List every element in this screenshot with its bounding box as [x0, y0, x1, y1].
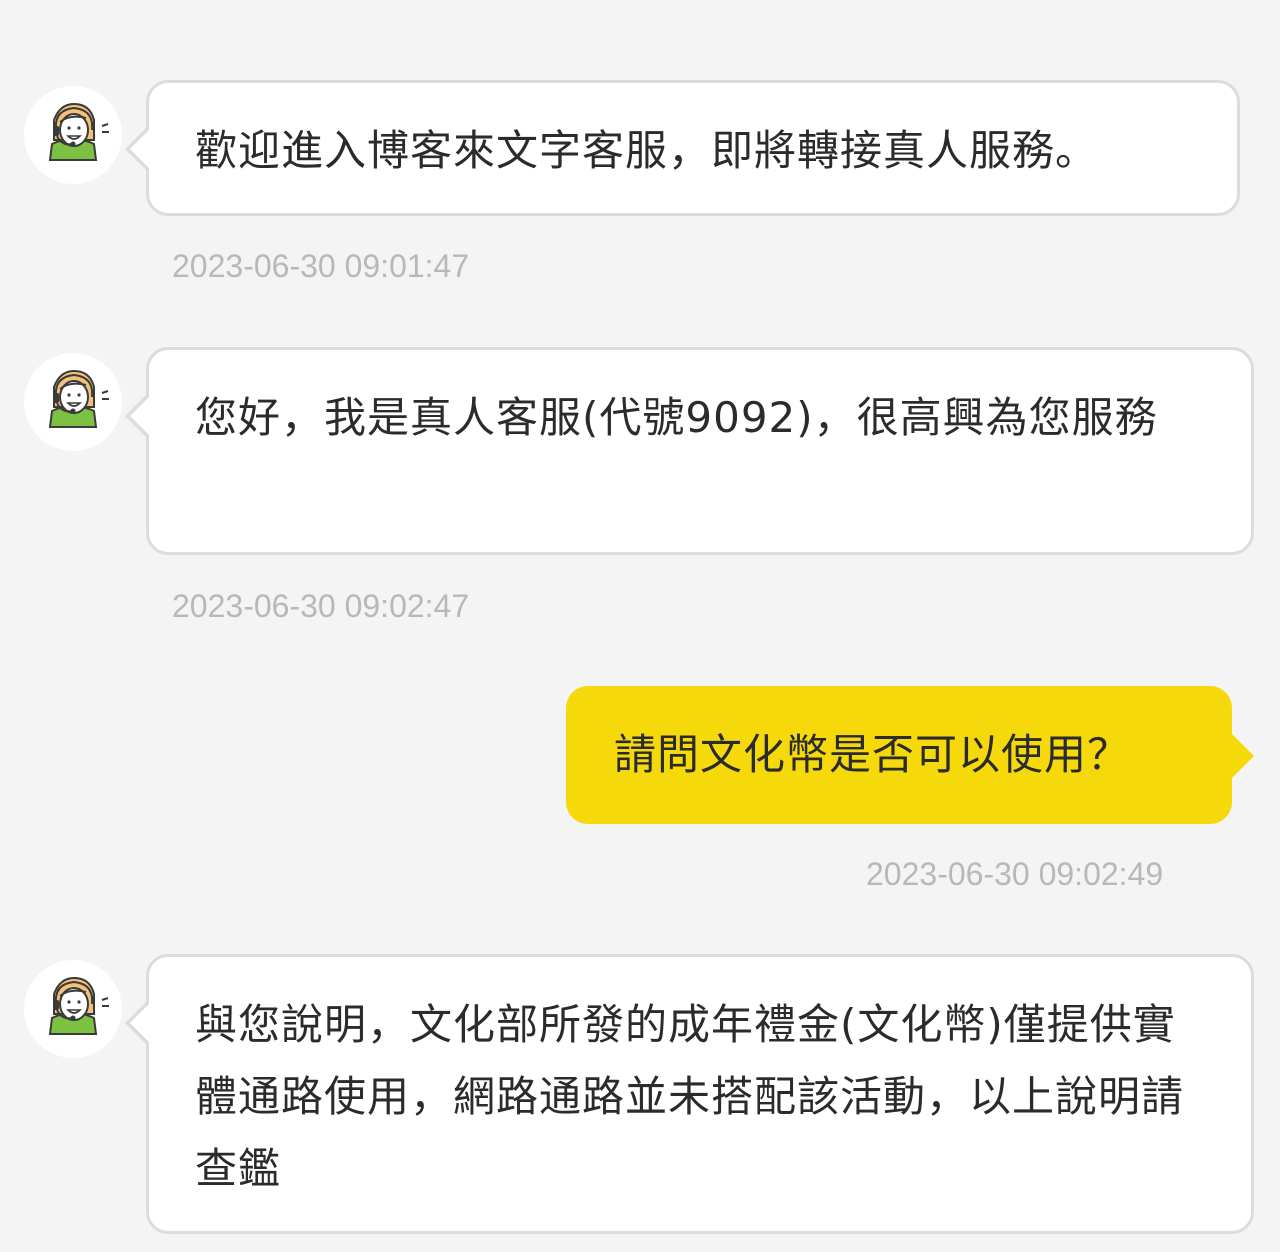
message-text: 請問文化幣是否可以使用？ — [614, 730, 1131, 779]
user-message-bubble: 請問文化幣是否可以使用？ — [566, 686, 1254, 824]
agent-message-bubble: 歡迎進入博客來文字客服，即將轉接真人服務。 — [125, 80, 1240, 216]
message-timestamp: 2023-06-30 09:01:47 — [172, 248, 470, 284]
agent-message-bubble: 您好，我是真人客服(代號9092)，很高興為您服務 — [125, 347, 1254, 555]
message-timestamp: 2023-06-30 09:02:47 — [172, 588, 470, 624]
message-text: 您好，我是真人客服(代號9092)，很高興為您服務 — [195, 393, 1158, 442]
message-text: 歡迎進入博客來文字客服，即將轉接真人服務。 — [195, 126, 1099, 175]
chat-thread: 歡迎進入博客來文字客服，即將轉接真人服務。 2023-06-30 09:01:4… — [0, 0, 1280, 1252]
agent-avatar — [24, 960, 122, 1058]
agent-headset-icon — [48, 369, 109, 428]
agent-avatar — [24, 86, 122, 184]
agent-avatar — [24, 353, 122, 451]
agent-message-bubble: 與您說明，文化部所發的成年禮金(文化幣)僅提供實體通路使用，網路通路並未搭配該活… — [125, 954, 1254, 1234]
message-text: 與您說明，文化部所發的成年禮金(文化幣)僅提供實體通路使用，網路通路並未搭配該活… — [195, 1000, 1185, 1193]
agent-headset-icon — [48, 102, 109, 161]
message-timestamp: 2023-06-30 09:02:49 — [866, 856, 1164, 892]
agent-headset-icon — [48, 976, 109, 1035]
